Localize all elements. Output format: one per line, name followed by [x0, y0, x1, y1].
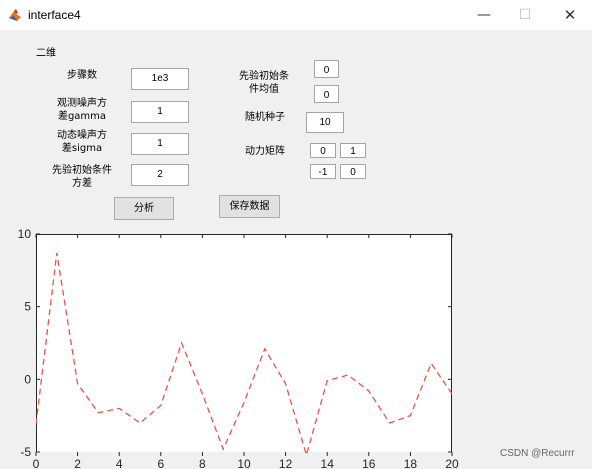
x-tick-label: 10	[237, 457, 251, 469]
x-tick-label: 0	[33, 457, 40, 469]
x-tick-label: 4	[116, 457, 123, 469]
x-tick-label: 16	[362, 457, 376, 469]
series-line	[36, 252, 452, 456]
x-tick-label: 6	[157, 457, 164, 469]
y-tick-label: 10	[18, 227, 32, 241]
line-chart: -505100 2 4 6 8 10 12 14 16 18 20	[18, 227, 459, 469]
y-tick-label: 0	[24, 372, 31, 386]
x-tick-label: 12	[279, 457, 293, 469]
x-tick-label: 14	[321, 457, 335, 469]
watermark: CSDN @Recurrr	[500, 448, 575, 459]
y-tick-label: 5	[24, 300, 31, 314]
x-tick-label: 2	[74, 457, 81, 469]
y-tick-label: -5	[20, 445, 31, 459]
x-tick-label: 18	[404, 457, 418, 469]
x-tick-label: 20	[445, 457, 459, 469]
x-tick-label: 8	[199, 457, 206, 469]
